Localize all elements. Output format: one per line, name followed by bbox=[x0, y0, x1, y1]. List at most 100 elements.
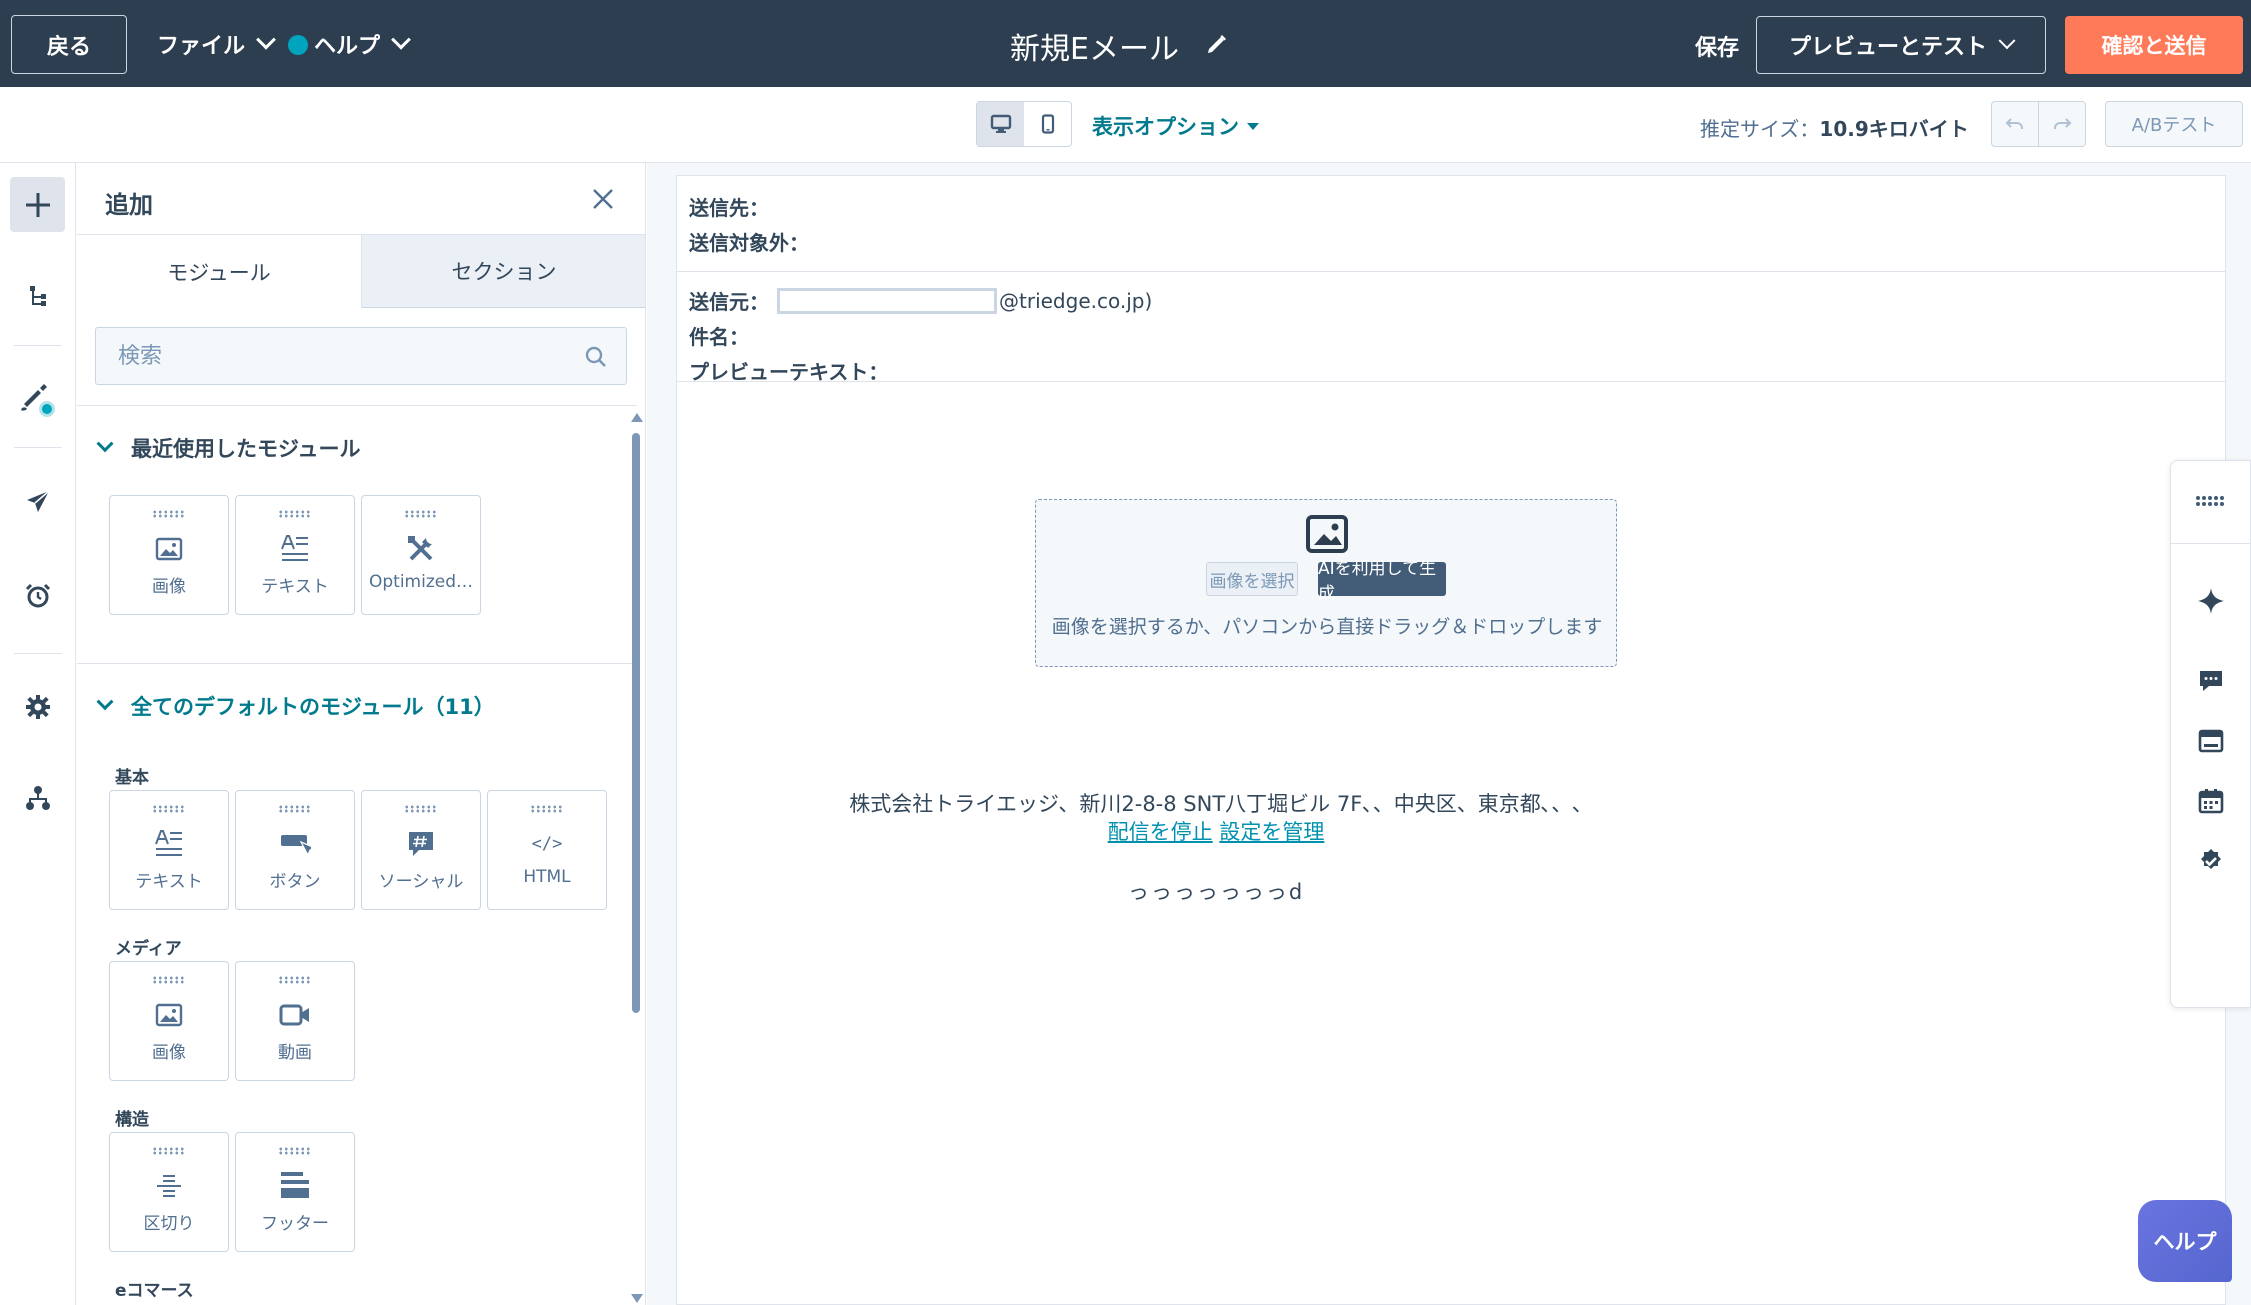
module-tile-divider[interactable]: 区切り bbox=[109, 1132, 229, 1252]
chevron-down-icon bbox=[96, 435, 114, 453]
email-title-text: 新規Eメール bbox=[1010, 32, 1179, 67]
scroll-down-arrow-icon[interactable] bbox=[631, 1294, 643, 1303]
desktop-icon bbox=[990, 114, 1011, 133]
module-label: HTML bbox=[523, 867, 571, 887]
desktop-view-button[interactable] bbox=[977, 102, 1024, 146]
module-tile-optimized[interactable]: Optimized… bbox=[361, 495, 481, 615]
alarm-clock-icon bbox=[25, 583, 50, 607]
module-tile-text[interactable]: テキスト bbox=[235, 495, 355, 615]
module-label: 区切り bbox=[143, 1214, 195, 1234]
sparkle-icon[interactable] bbox=[2191, 581, 2231, 621]
paper-plane-icon bbox=[26, 489, 49, 512]
ai-generate-button[interactable]: AIを利用して生成 bbox=[1318, 559, 1446, 604]
chevron-down-icon bbox=[391, 29, 411, 50]
pencil-icon[interactable] bbox=[1205, 29, 1229, 64]
save-button[interactable]: 保存 bbox=[1695, 30, 1739, 62]
nav-schedule-button[interactable] bbox=[10, 568, 65, 623]
nav-workflow-button[interactable] bbox=[10, 770, 65, 825]
comment-icon[interactable] bbox=[2191, 661, 2231, 701]
nav-settings-button[interactable] bbox=[10, 679, 65, 734]
panel-title: 追加 bbox=[105, 191, 153, 219]
recent-modules-header[interactable]: 最近使用したモジュール bbox=[96, 433, 361, 463]
chevron-down-icon bbox=[96, 693, 114, 711]
grip-dots-icon[interactable] bbox=[2191, 481, 2231, 521]
module-tile-html[interactable]: </> HTML bbox=[487, 790, 607, 910]
back-button[interactable]: 戻る bbox=[11, 15, 127, 74]
manage-preferences-link[interactable]: 設定を管理 bbox=[1219, 820, 1324, 844]
subject-label: 件名： bbox=[689, 325, 749, 349]
review-and-send-button[interactable]: 確認と送信 bbox=[2065, 16, 2243, 74]
scroll-up-arrow-icon[interactable] bbox=[631, 413, 643, 422]
module-tile-social[interactable]: ソーシャル bbox=[361, 790, 481, 910]
scroll-thumb[interactable] bbox=[632, 433, 640, 1013]
nav-structure-button[interactable] bbox=[10, 269, 65, 324]
email-title[interactable]: 新規Eメール bbox=[1010, 24, 1229, 68]
recipient-header[interactable]: 送信先： 送信対象外： bbox=[677, 176, 2225, 272]
unsubscribe-link[interactable]: 配信を停止 bbox=[1108, 820, 1213, 844]
panel-header: 追加 bbox=[77, 163, 645, 235]
device-view-toggle bbox=[976, 101, 1072, 147]
module-label: ソーシャル bbox=[378, 872, 464, 892]
right-rail bbox=[2170, 460, 2251, 1008]
paintbrush-icon bbox=[20, 383, 55, 417]
category-ecommerce-label: eコマース bbox=[115, 1281, 194, 1301]
image-dropzone[interactable]: 画像を選択 AIを利用して生成 画像を選択するか、パソコンから直接ドラッグ＆ドロ… bbox=[1035, 499, 1617, 667]
tab-sections[interactable]: セクション bbox=[362, 235, 645, 308]
all-modules-header[interactable]: 全てのデフォルトのモジュール（11） bbox=[96, 691, 495, 721]
module-label: ボタン bbox=[269, 872, 321, 892]
from-line: 送信元： @triedge.co.jp) bbox=[689, 286, 1152, 315]
search-icon[interactable] bbox=[584, 345, 608, 373]
mobile-view-button[interactable] bbox=[1024, 102, 1071, 146]
caret-down-icon bbox=[1247, 122, 1259, 130]
module-label: 動画 bbox=[278, 1043, 312, 1063]
sender-header[interactable]: 送信元： @triedge.co.jp) 件名： プレビューテキスト： bbox=[677, 272, 2225, 384]
module-label: 画像 bbox=[152, 577, 186, 597]
drag-handle-icon bbox=[152, 976, 186, 984]
display-options-dropdown[interactable]: 表示オプション bbox=[1092, 111, 1259, 141]
chevron-down-icon bbox=[256, 29, 276, 50]
close-icon[interactable] bbox=[589, 185, 617, 213]
nav-send-button[interactable] bbox=[10, 474, 65, 529]
tab-modules[interactable]: モジュール bbox=[77, 235, 362, 308]
module-tile-image[interactable]: 画像 bbox=[109, 495, 229, 615]
module-tile-video[interactable]: 動画 bbox=[235, 961, 355, 1081]
image-icon bbox=[1306, 514, 1348, 558]
video-icon bbox=[279, 998, 311, 1032]
nav-design-button[interactable] bbox=[10, 370, 65, 425]
recent-modules-title: 最近使用したモジュール bbox=[131, 437, 361, 461]
module-label: 画像 bbox=[152, 1043, 186, 1063]
notification-dot-icon bbox=[288, 35, 308, 55]
tree-icon bbox=[29, 285, 46, 306]
select-image-button[interactable]: 画像を選択 bbox=[1206, 562, 1298, 596]
browser-window-icon[interactable] bbox=[2191, 721, 2231, 761]
drag-handle-icon bbox=[278, 510, 312, 518]
ab-test-button[interactable]: A/Bテスト bbox=[2105, 101, 2243, 147]
from-name-field[interactable] bbox=[777, 287, 997, 314]
preview-label: プレビューとテスト bbox=[1788, 35, 1987, 60]
preview-and-test-button[interactable]: プレビューとテスト bbox=[1756, 16, 2046, 74]
category-structure-label: 構造 bbox=[115, 1110, 149, 1130]
text-icon bbox=[280, 532, 310, 566]
module-tile-footer[interactable]: フッター bbox=[235, 1132, 355, 1252]
calendar-icon[interactable] bbox=[2191, 781, 2231, 821]
drag-handle-icon bbox=[278, 805, 312, 813]
nav-add-button[interactable] bbox=[10, 177, 65, 232]
undo-icon bbox=[2005, 118, 2023, 129]
mobile-icon bbox=[1041, 114, 1054, 134]
all-modules-title: 全てのデフォルトのモジュール（11） bbox=[131, 695, 495, 719]
panel-scrollbar[interactable] bbox=[629, 413, 643, 1303]
module-tile-text[interactable]: テキスト bbox=[109, 790, 229, 910]
help-chat-button[interactable]: ヘルプ bbox=[2138, 1200, 2232, 1282]
panel-divider bbox=[77, 663, 637, 664]
help-menu[interactable]: ヘルプ bbox=[314, 28, 411, 60]
file-menu[interactable]: ファイル bbox=[157, 28, 276, 60]
module-tile-image[interactable]: 画像 bbox=[109, 961, 229, 1081]
undo-button[interactable] bbox=[1992, 102, 2039, 146]
verified-check-icon[interactable] bbox=[2191, 841, 2231, 881]
panel-tabs: モジュール セクション bbox=[77, 235, 645, 308]
tools-icon bbox=[406, 532, 436, 566]
module-tile-button[interactable]: ボタン bbox=[235, 790, 355, 910]
divider-icon bbox=[155, 1169, 183, 1203]
redo-button[interactable] bbox=[2039, 102, 2085, 146]
search-input[interactable] bbox=[96, 328, 536, 384]
